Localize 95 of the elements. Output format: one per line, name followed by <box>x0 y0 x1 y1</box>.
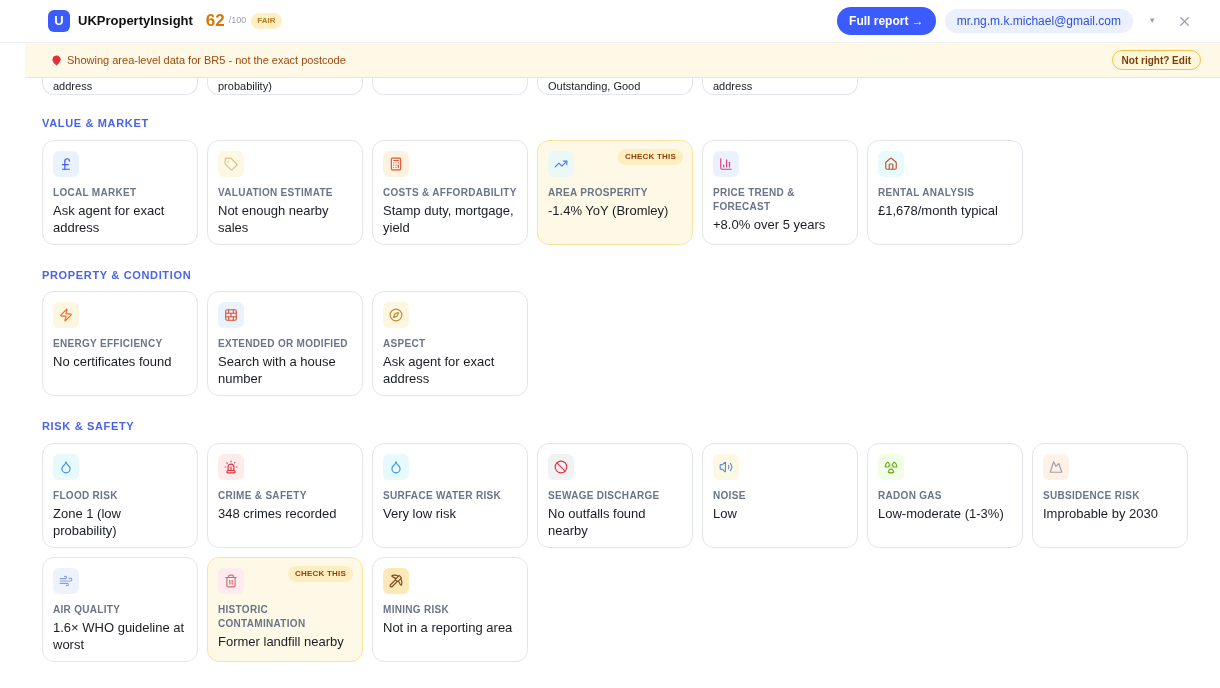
card-label: RADON GAS <box>878 488 943 503</box>
card-value: Search with a house number <box>218 353 337 387</box>
check-badge: CHECK THIS <box>618 148 683 165</box>
card-value: Not in a reporting area <box>383 618 514 636</box>
card-value: +8.0% over 5 years <box>713 215 827 233</box>
card-value: Low-moderate (1-3%) <box>878 504 1005 522</box>
speaker-icon <box>713 453 739 480</box>
siren-icon <box>218 453 244 480</box>
info-card[interactable]: SUBSIDENCE RISK Improbable by 2030 <box>1032 442 1188 548</box>
full-report-button[interactable]: Full report → <box>837 7 936 35</box>
info-card[interactable]: VALUATION ESTIMATE Not enough nearby sales <box>207 139 363 245</box>
card-value: probability) <box>218 79 272 94</box>
section-title: VALUE & MARKET <box>42 116 150 131</box>
house-icon <box>878 150 904 177</box>
brand-name[interactable]: UKPropertyInsight <box>78 11 193 31</box>
edit-location-button[interactable]: Not right? Edit <box>1111 50 1201 70</box>
card-value: No certificates found <box>53 353 173 370</box>
card-value: -1.4% YoY (Bromley) <box>548 201 670 219</box>
card-label: HISTORIC CONTAMINATION <box>218 602 307 631</box>
prohibited-icon <box>548 453 574 480</box>
section-title: PROPERTY & CONDITION <box>42 267 193 283</box>
card-value: £1,678/month typical <box>878 201 999 219</box>
card-label: PRICE TREND & FORECAST <box>713 185 796 214</box>
card-value: Very low risk <box>383 504 457 522</box>
score-value: 62 <box>205 10 225 33</box>
info-card[interactable]: CHECK THIS HISTORIC CONTAMINATION Former landfill nearby <box>207 556 363 662</box>
info-card[interactable]: RENTAL ANALYSIS £1,678/month typical <box>867 139 1023 245</box>
card-label: VALUATION ESTIMATE <box>218 185 334 200</box>
card-value: Ask agent for exact address <box>53 201 166 236</box>
card-value: Former landfill nearby <box>218 632 345 650</box>
card-label: MINING RISK <box>383 602 451 617</box>
info-card[interactable]: CHECK THIS AREA PROSPERITY -1.4% YoY (Bromley) <box>537 139 693 245</box>
card-label: EXTENDED OR MODIFIED <box>218 337 349 351</box>
info-card[interactable]: EXTENDED OR MODIFIED Search with a house number <box>207 291 363 396</box>
card-value: address <box>53 79 93 94</box>
card-label: FLOOD RISK <box>53 488 119 503</box>
card-value: Improbable by 2030 <box>1043 504 1159 522</box>
card-value: No outfalls found nearby <box>548 504 647 539</box>
info-card[interactable]: ENERGY EFFICIENCY No certificates found <box>42 291 198 396</box>
calculator-icon <box>383 150 409 177</box>
rock-icon <box>1043 453 1069 480</box>
card-label: COSTS & AFFORDABILITY <box>383 185 517 200</box>
notice-text: Showing area-level data for BR5 - not the exact postcode <box>67 52 346 68</box>
info-card[interactable]: SEWAGE DISCHARGE No outfalls found nearby <box>537 442 693 548</box>
card-value: Ask agent for exact address <box>383 353 496 387</box>
droplet-icon <box>383 453 409 480</box>
pickaxe-icon <box>383 567 409 594</box>
card-label: SUBSIDENCE RISK <box>1043 488 1141 503</box>
lightning-icon <box>53 302 79 328</box>
wind-icon <box>53 567 79 594</box>
card-label: LOCAL MARKET <box>53 185 138 200</box>
bin-icon <box>218 567 244 594</box>
info-card[interactable]: RADON GAS Low-moderate (1-3%) <box>867 442 1023 548</box>
card-value: Not enough nearby sales <box>218 201 330 236</box>
card-value: 1.6× WHO guideline at worst <box>53 618 186 653</box>
pin-icon <box>51 54 62 66</box>
card-label: CRIME & SAFETY <box>218 488 308 503</box>
score-max: /100 <box>228 14 247 28</box>
card-label: AIR QUALITY <box>53 602 122 617</box>
card-value: Low <box>713 504 738 522</box>
radiation-icon <box>878 453 904 480</box>
droplet-icon <box>53 453 79 480</box>
card-label: RENTAL ANALYSIS <box>878 185 976 200</box>
card-value: Zone 1 (low probability) <box>53 504 122 539</box>
info-card[interactable]: MINING RISK Not in a reporting area <box>372 556 528 662</box>
card-value: 348 crimes recorded <box>218 504 338 522</box>
account-email[interactable]: mr.ng.m.k.michael@gmail.com <box>944 9 1133 33</box>
info-card[interactable]: COSTS & AFFORDABILITY Stamp duty, mortgage, yield <box>372 139 528 245</box>
trend-chart-icon <box>548 150 574 177</box>
info-card[interactable]: CRIME & SAFETY 348 crimes recorded <box>207 442 363 548</box>
compass-icon <box>383 302 409 328</box>
card-label: SURFACE WATER RISK <box>383 488 502 503</box>
card-label: NOISE <box>713 488 747 503</box>
card-label: SEWAGE DISCHARGE <box>548 488 661 503</box>
info-card[interactable]: AIR QUALITY 1.6× WHO guideline at worst <box>42 556 198 662</box>
info-card[interactable]: LOCAL MARKET Ask agent for exact address <box>42 139 198 245</box>
rating-badge: FAIR <box>251 13 282 29</box>
tag-icon <box>218 150 244 177</box>
info-card[interactable]: SURFACE WATER RISK Very low risk <box>372 442 528 548</box>
card-label: AREA PROSPERITY <box>548 185 649 200</box>
logo-icon: U <box>48 10 70 32</box>
section-title: RISK & SAFETY <box>42 419 136 434</box>
pound-icon <box>53 150 79 177</box>
info-card[interactable]: PRICE TREND & FORECAST +8.0% over 5 years <box>702 139 858 245</box>
card-value: Outstanding, Good <box>548 79 641 94</box>
card-label: ENERGY EFFICIENCY <box>53 337 164 351</box>
info-card[interactable]: FLOOD RISK Zone 1 (low probability) <box>42 442 198 548</box>
info-card[interactable]: ASPECT Ask agent for exact address <box>372 291 528 396</box>
card-value: address <box>713 79 753 94</box>
card-label: ASPECT <box>383 337 427 351</box>
brick-wall-icon <box>218 302 244 328</box>
info-card[interactable]: NOISE Low <box>702 442 858 548</box>
card-value: Stamp duty, mortgage, yield <box>383 201 515 236</box>
bar-chart-icon <box>713 150 739 177</box>
check-badge: CHECK THIS <box>288 565 353 582</box>
